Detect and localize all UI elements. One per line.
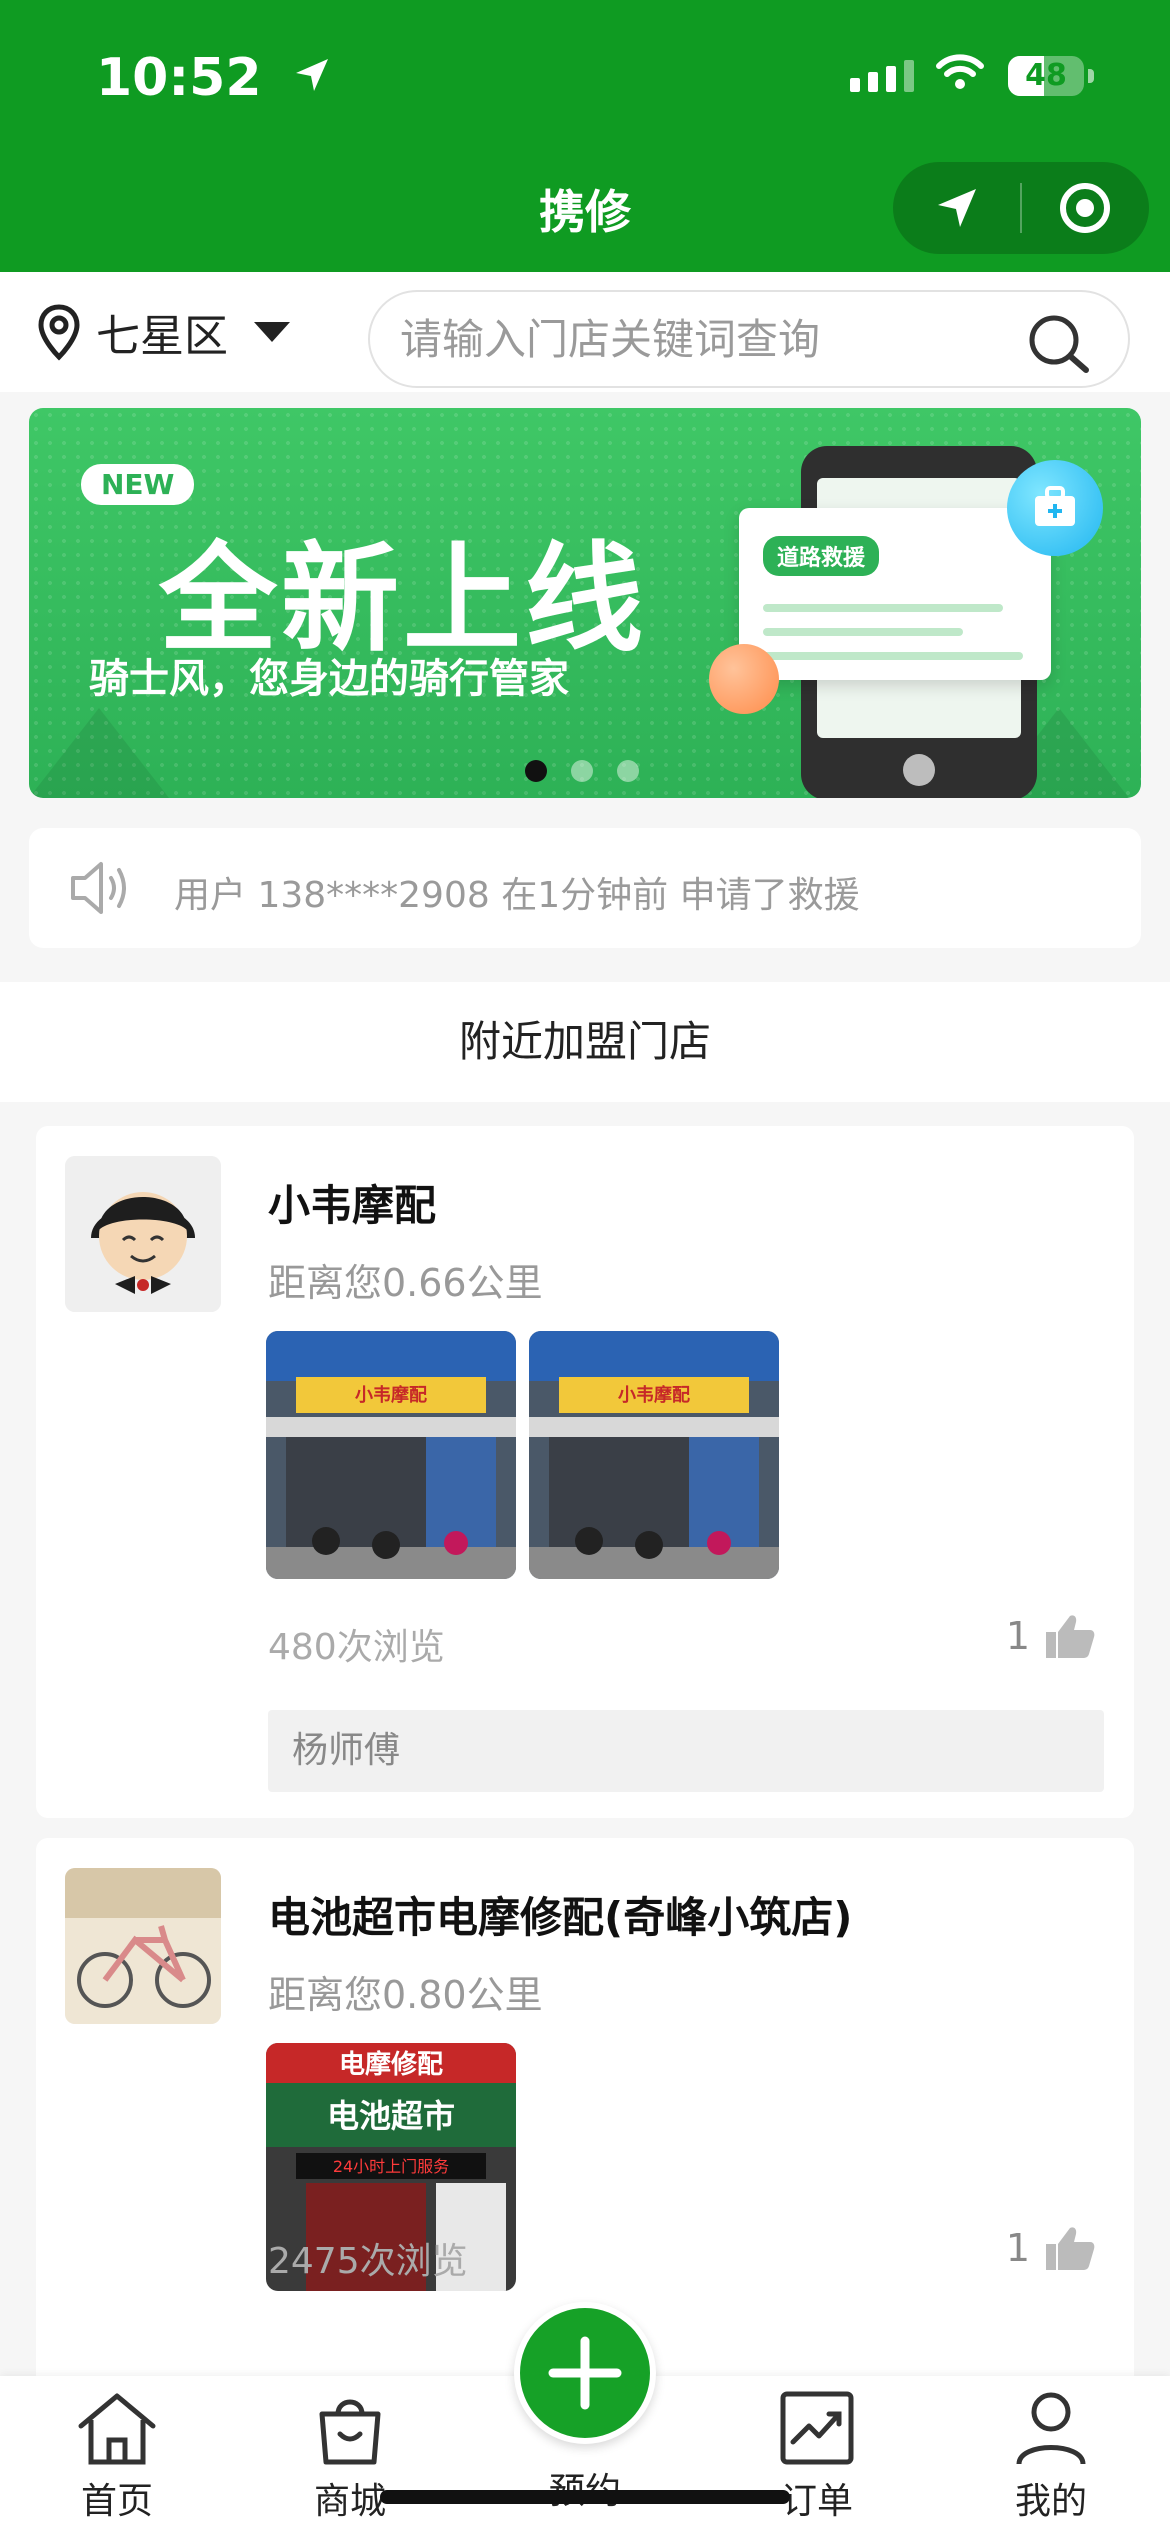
home-indicator: [380, 2490, 790, 2504]
store-photo[interactable]: 小韦摩配: [529, 1331, 779, 1579]
like-count: 1: [1005, 2226, 1030, 2270]
search-input[interactable]: [400, 292, 1040, 386]
banner-subtitle: 骑士风，您身边的骑行管家: [89, 656, 569, 702]
home-icon: [78, 2393, 156, 2465]
wifi-icon: [935, 52, 985, 96]
district-selector[interactable]: 七星区: [36, 300, 290, 364]
store-search-box: [368, 290, 1130, 388]
road-rescue-tag: 道路救援: [763, 536, 880, 576]
master-tag: 杨师傅: [268, 1710, 1104, 1792]
shop-sign-text: 电池超市: [327, 2097, 455, 2135]
mini-program-capsule: [893, 162, 1149, 254]
banner-pager: [525, 760, 639, 782]
tab-label: 我的: [1014, 2481, 1087, 2522]
pager-dot[interactable]: [617, 760, 639, 782]
thumbs-up-icon: [1046, 1615, 1095, 1658]
store-name: 小韦摩配: [268, 1181, 437, 1230]
view-count: 480次浏览: [268, 1627, 445, 1668]
notice-text: 用户 138****2908 在1分钟前 申请了救援: [174, 875, 860, 916]
like-button[interactable]: 1: [1006, 1612, 1096, 1660]
floating-card-illustration: 道路救援: [739, 508, 1051, 680]
battery-percent: 48: [1025, 58, 1067, 93]
rescue-notice: 用户 138****2908 在1分钟前 申请了救援: [29, 828, 1141, 948]
led-sign-text: 24小时上门服务: [333, 2157, 449, 2176]
store-name: 电池超市电摩修配(奇峰小筑店): [268, 1893, 853, 1942]
status-bar: 10:52 48: [0, 0, 1170, 150]
tab-home[interactable]: 首页: [42, 2390, 192, 2524]
store-avatar: [65, 1868, 221, 2024]
shop-sign-text: 电摩修配: [339, 2049, 443, 2080]
plus-icon: [548, 2336, 622, 2410]
cellular-signal-icon: [850, 60, 914, 92]
mountain-decoration: [29, 708, 169, 798]
navigation-arrow-icon: [937, 189, 976, 227]
status-time: 10:52: [96, 48, 332, 108]
store-avatar: [65, 1156, 221, 1312]
search-icon[interactable]: [1026, 312, 1092, 380]
search-row: 七星区: [0, 272, 1170, 392]
target-circle-icon: [1060, 183, 1111, 233]
store-distance: 距离您0.66公里: [268, 1261, 543, 1305]
user-icon: [1016, 2392, 1086, 2465]
shopping-bag-icon: [319, 2399, 381, 2465]
pager-dot[interactable]: [525, 760, 547, 782]
image-icon: [709, 644, 779, 714]
close-miniapp-button[interactable]: [1022, 162, 1149, 254]
map-pin-icon: [38, 304, 80, 361]
trend-chart-icon: [780, 2391, 854, 2465]
tab-label: 首页: [80, 2481, 153, 2522]
speaker-icon: [67, 858, 133, 922]
store-distance: 距离您0.80公里: [268, 1973, 543, 2017]
district-name: 七星区: [96, 311, 228, 362]
like-button[interactable]: 1: [1006, 2224, 1096, 2272]
store-card[interactable]: 小韦摩配 距离您0.66公里 小韦摩配 小韦摩配 480次浏览 1 杨师傅: [36, 1126, 1134, 1818]
location-arrow-icon: [292, 48, 332, 108]
store-photo[interactable]: 小韦摩配: [266, 1331, 516, 1579]
like-count: 1: [1005, 1614, 1030, 1658]
time-text: 10:52: [96, 48, 262, 108]
tab-mine[interactable]: 我的: [976, 2390, 1126, 2524]
thumbs-up-icon: [1046, 2227, 1095, 2270]
battery-icon: 48: [1008, 56, 1094, 96]
shop-sign-text: 小韦摩配: [618, 1384, 690, 1406]
book-fab-button[interactable]: [514, 2302, 656, 2444]
promo-banner[interactable]: NEW 全新上线 骑士风，您身边的骑行管家 道路救援: [29, 408, 1141, 798]
caret-down-icon: [254, 322, 290, 342]
medkit-icon: [1007, 460, 1103, 556]
section-title: 附近加盟门店: [0, 982, 1170, 1102]
nav-bar: 携修: [0, 150, 1170, 272]
navigate-button[interactable]: [893, 162, 1020, 254]
tab-book-label[interactable]: 预约: [510, 2462, 660, 2514]
new-tag: NEW: [81, 464, 195, 505]
view-count: 2475次浏览: [268, 2241, 468, 2282]
shop-sign-text: 小韦摩配: [355, 1384, 427, 1406]
pager-dot[interactable]: [571, 760, 593, 782]
